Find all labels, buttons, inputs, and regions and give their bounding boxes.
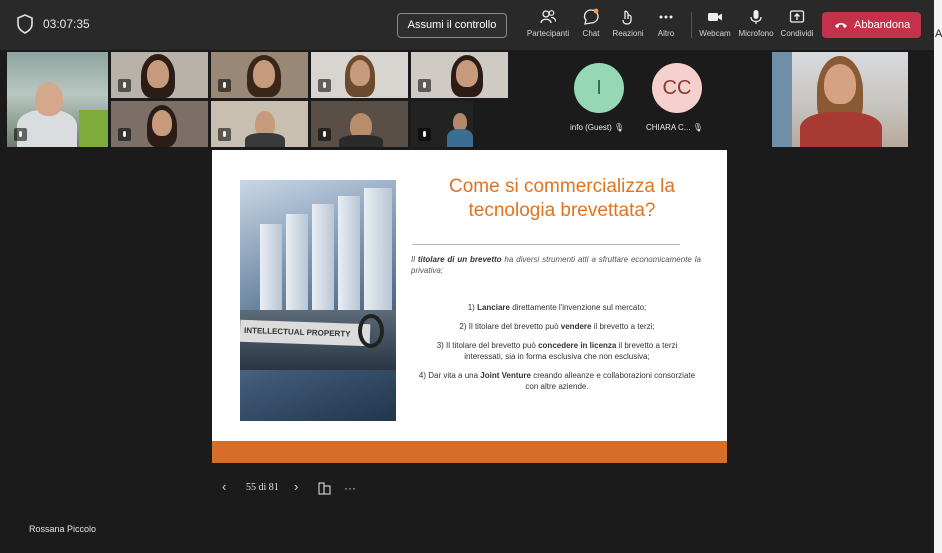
slide-bullet-list: 1) Lanciare direttamente l'invenzione su… xyxy=(417,302,697,400)
microphone-muted-icon xyxy=(318,128,331,141)
video-tile[interactable] xyxy=(111,101,208,147)
next-slide-button[interactable]: › xyxy=(294,479,298,494)
microphone-muted-icon xyxy=(14,128,27,141)
microphone-icon xyxy=(750,10,762,24)
video-tile[interactable] xyxy=(211,101,308,147)
slide-intro: Il titolare di un brevetto ha diversi st… xyxy=(411,255,701,275)
meeting-toolbar: 03:07:35 Assumi il controllo Partecipant… xyxy=(0,0,934,50)
microphone-muted-icon xyxy=(418,79,431,92)
video-tile[interactable] xyxy=(7,52,108,147)
shield-icon xyxy=(17,14,33,34)
microphone-muted-icon xyxy=(418,128,431,141)
call-timer: 03:07:35 xyxy=(43,17,90,31)
more-icon xyxy=(659,15,673,19)
microphone-muted-icon: 🎙 xyxy=(692,123,703,132)
reactions-icon xyxy=(622,10,632,25)
video-tile[interactable] xyxy=(111,52,208,98)
video-tile[interactable] xyxy=(211,52,308,98)
video-tile[interactable] xyxy=(411,101,473,147)
microphone-muted-icon xyxy=(218,79,231,92)
binder-ring xyxy=(358,314,384,348)
list-item: 3) Il titolare del brevetto può conceder… xyxy=(436,341,678,361)
slide-more-options-button[interactable]: ··· xyxy=(344,481,356,495)
chat-button[interactable]: Chat xyxy=(578,8,604,44)
presenter-name: Rossana Piccolo xyxy=(29,524,97,534)
people-icon xyxy=(540,10,557,24)
list-item: 2) Il titolare del brevetto può vendere … xyxy=(459,322,655,331)
video-tile-active-speaker[interactable] xyxy=(772,52,908,147)
leave-button[interactable]: Abbandona xyxy=(822,12,921,38)
slide-image: INTELLECTUAL PROPERTY xyxy=(240,180,396,421)
take-control-button[interactable]: Assumi il controllo xyxy=(397,13,507,38)
divider xyxy=(412,244,680,245)
avatar[interactable]: I xyxy=(574,63,624,113)
video-tile[interactable] xyxy=(411,52,508,98)
webcam-button[interactable]: Webcam xyxy=(699,8,731,44)
participant-name: CHIARA C... 🎙 xyxy=(646,123,703,132)
microphone-muted-icon xyxy=(118,128,131,141)
microphone-muted-icon xyxy=(318,79,331,92)
more-button[interactable]: Altro xyxy=(653,8,679,44)
list-item: 4) Dar vita a una Joint Venture creando … xyxy=(418,371,696,391)
hang-up-icon xyxy=(835,23,847,28)
slide-footer-bar xyxy=(212,441,727,463)
previous-slide-button[interactable]: ‹ xyxy=(222,479,226,494)
video-tile[interactable] xyxy=(311,52,408,98)
reactions-button[interactable]: Reazioni xyxy=(611,8,645,44)
video-tile[interactable] xyxy=(311,101,408,147)
slide-overview-icon[interactable] xyxy=(318,482,331,495)
slide-page-counter: 55 di 81 xyxy=(246,482,279,493)
share-button[interactable]: Condividi xyxy=(780,8,814,44)
toolbar-divider xyxy=(691,12,692,38)
intellectual-property-label: INTELLECTUAL PROPERTY xyxy=(240,319,371,347)
slide-title: Come si commercializza la tecnologia bre… xyxy=(449,176,675,221)
microphone-muted-icon xyxy=(118,79,131,92)
chat-icon xyxy=(583,8,599,25)
microphone-muted-icon: 🎙 xyxy=(614,123,625,132)
side-panel-edge[interactable]: A xyxy=(934,0,942,553)
avatar[interactable]: CC xyxy=(652,63,702,113)
participant-name: info (Guest) 🎙 xyxy=(570,123,625,132)
presentation-slide: INTELLECTUAL PROPERTY Come si commercial… xyxy=(212,150,727,463)
microphone-button[interactable]: Microfono xyxy=(737,8,775,44)
camera-icon xyxy=(708,13,722,21)
microphone-muted-icon xyxy=(218,128,231,141)
share-icon xyxy=(789,10,805,23)
list-item: 1) Lanciare direttamente l'invenzione su… xyxy=(467,303,647,312)
participants-button[interactable]: Partecipanti xyxy=(525,8,571,44)
